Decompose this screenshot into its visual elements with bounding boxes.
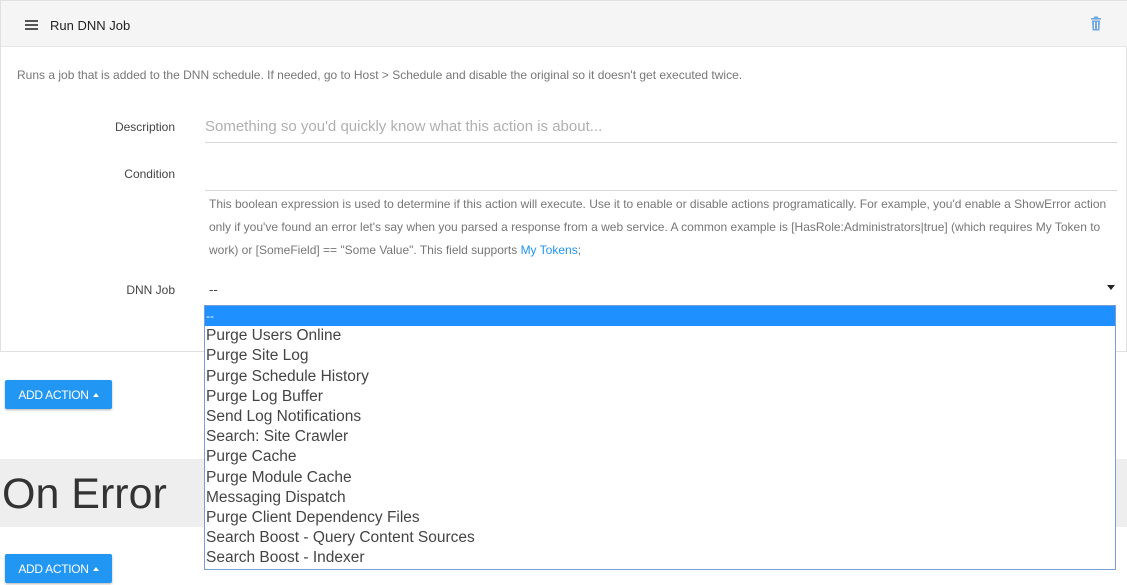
add-action-button-on-error[interactable]: ADD ACTION — [5, 554, 112, 583]
dropdown-option[interactable]: Purge Site Log — [205, 346, 1115, 366]
dropdown-option[interactable]: Purge Log Buffer — [205, 387, 1115, 407]
add-action-label: ADD ACTION — [18, 561, 89, 576]
dropdown-caret-icon — [1107, 285, 1115, 290]
dropdown-option[interactable]: Purge Users Online — [205, 326, 1115, 346]
trash-icon[interactable] — [1090, 16, 1102, 31]
dropdown-option[interactable]: Purge Client Dependency Files — [205, 508, 1115, 528]
dnn-job-dropdown-list[interactable]: -- Purge Users Online Purge Site Log Pur… — [204, 305, 1116, 570]
dropdown-option[interactable]: Search Boost - Query Content Sources — [205, 528, 1115, 548]
dropdown-option[interactable]: Purge Module Cache — [205, 468, 1115, 488]
dnn-job-select[interactable]: -- — [205, 279, 1117, 303]
caret-up-icon — [92, 392, 99, 397]
condition-input[interactable] — [205, 159, 1117, 191]
card-header: Run DNN Job — [1, 1, 1127, 47]
dnn-job-label: DNN Job — [126, 283, 175, 297]
dropdown-option[interactable]: Search: Site Crawler — [205, 427, 1115, 447]
add-action-button[interactable]: ADD ACTION — [5, 380, 112, 409]
condition-help: This boolean expression is used to deter… — [209, 193, 1114, 262]
condition-help-text: This boolean expression is used to deter… — [209, 197, 1107, 257]
on-error-title: On Error — [2, 470, 167, 518]
my-tokens-link[interactable]: My Tokens — [521, 243, 578, 257]
condition-label: Condition — [124, 167, 175, 181]
dropdown-option[interactable]: Search Boost - Indexer — [205, 548, 1115, 568]
dropdown-option[interactable]: Messaging Dispatch — [205, 488, 1115, 508]
description-label: Description — [114, 120, 175, 134]
card-title: Run DNN Job — [50, 18, 131, 33]
condition-help-suffix: ; — [577, 243, 582, 257]
dropdown-option[interactable]: Purge Cache — [205, 447, 1115, 467]
description-input[interactable] — [205, 111, 1117, 143]
caret-up-icon — [92, 566, 99, 571]
add-action-label: ADD ACTION — [18, 387, 89, 402]
dropdown-option[interactable]: Send Log Notifications — [205, 407, 1115, 427]
action-card: Run DNN Job Runs a job that is added to … — [0, 0, 1127, 352]
dnn-job-selected-value: -- — [209, 282, 218, 297]
menu-icon[interactable] — [25, 20, 38, 30]
intro-text: Runs a job that is added to the DNN sche… — [17, 68, 743, 82]
dropdown-option[interactable]: Purge Schedule History — [205, 367, 1115, 387]
dropdown-option[interactable]: -- — [205, 306, 1115, 327]
